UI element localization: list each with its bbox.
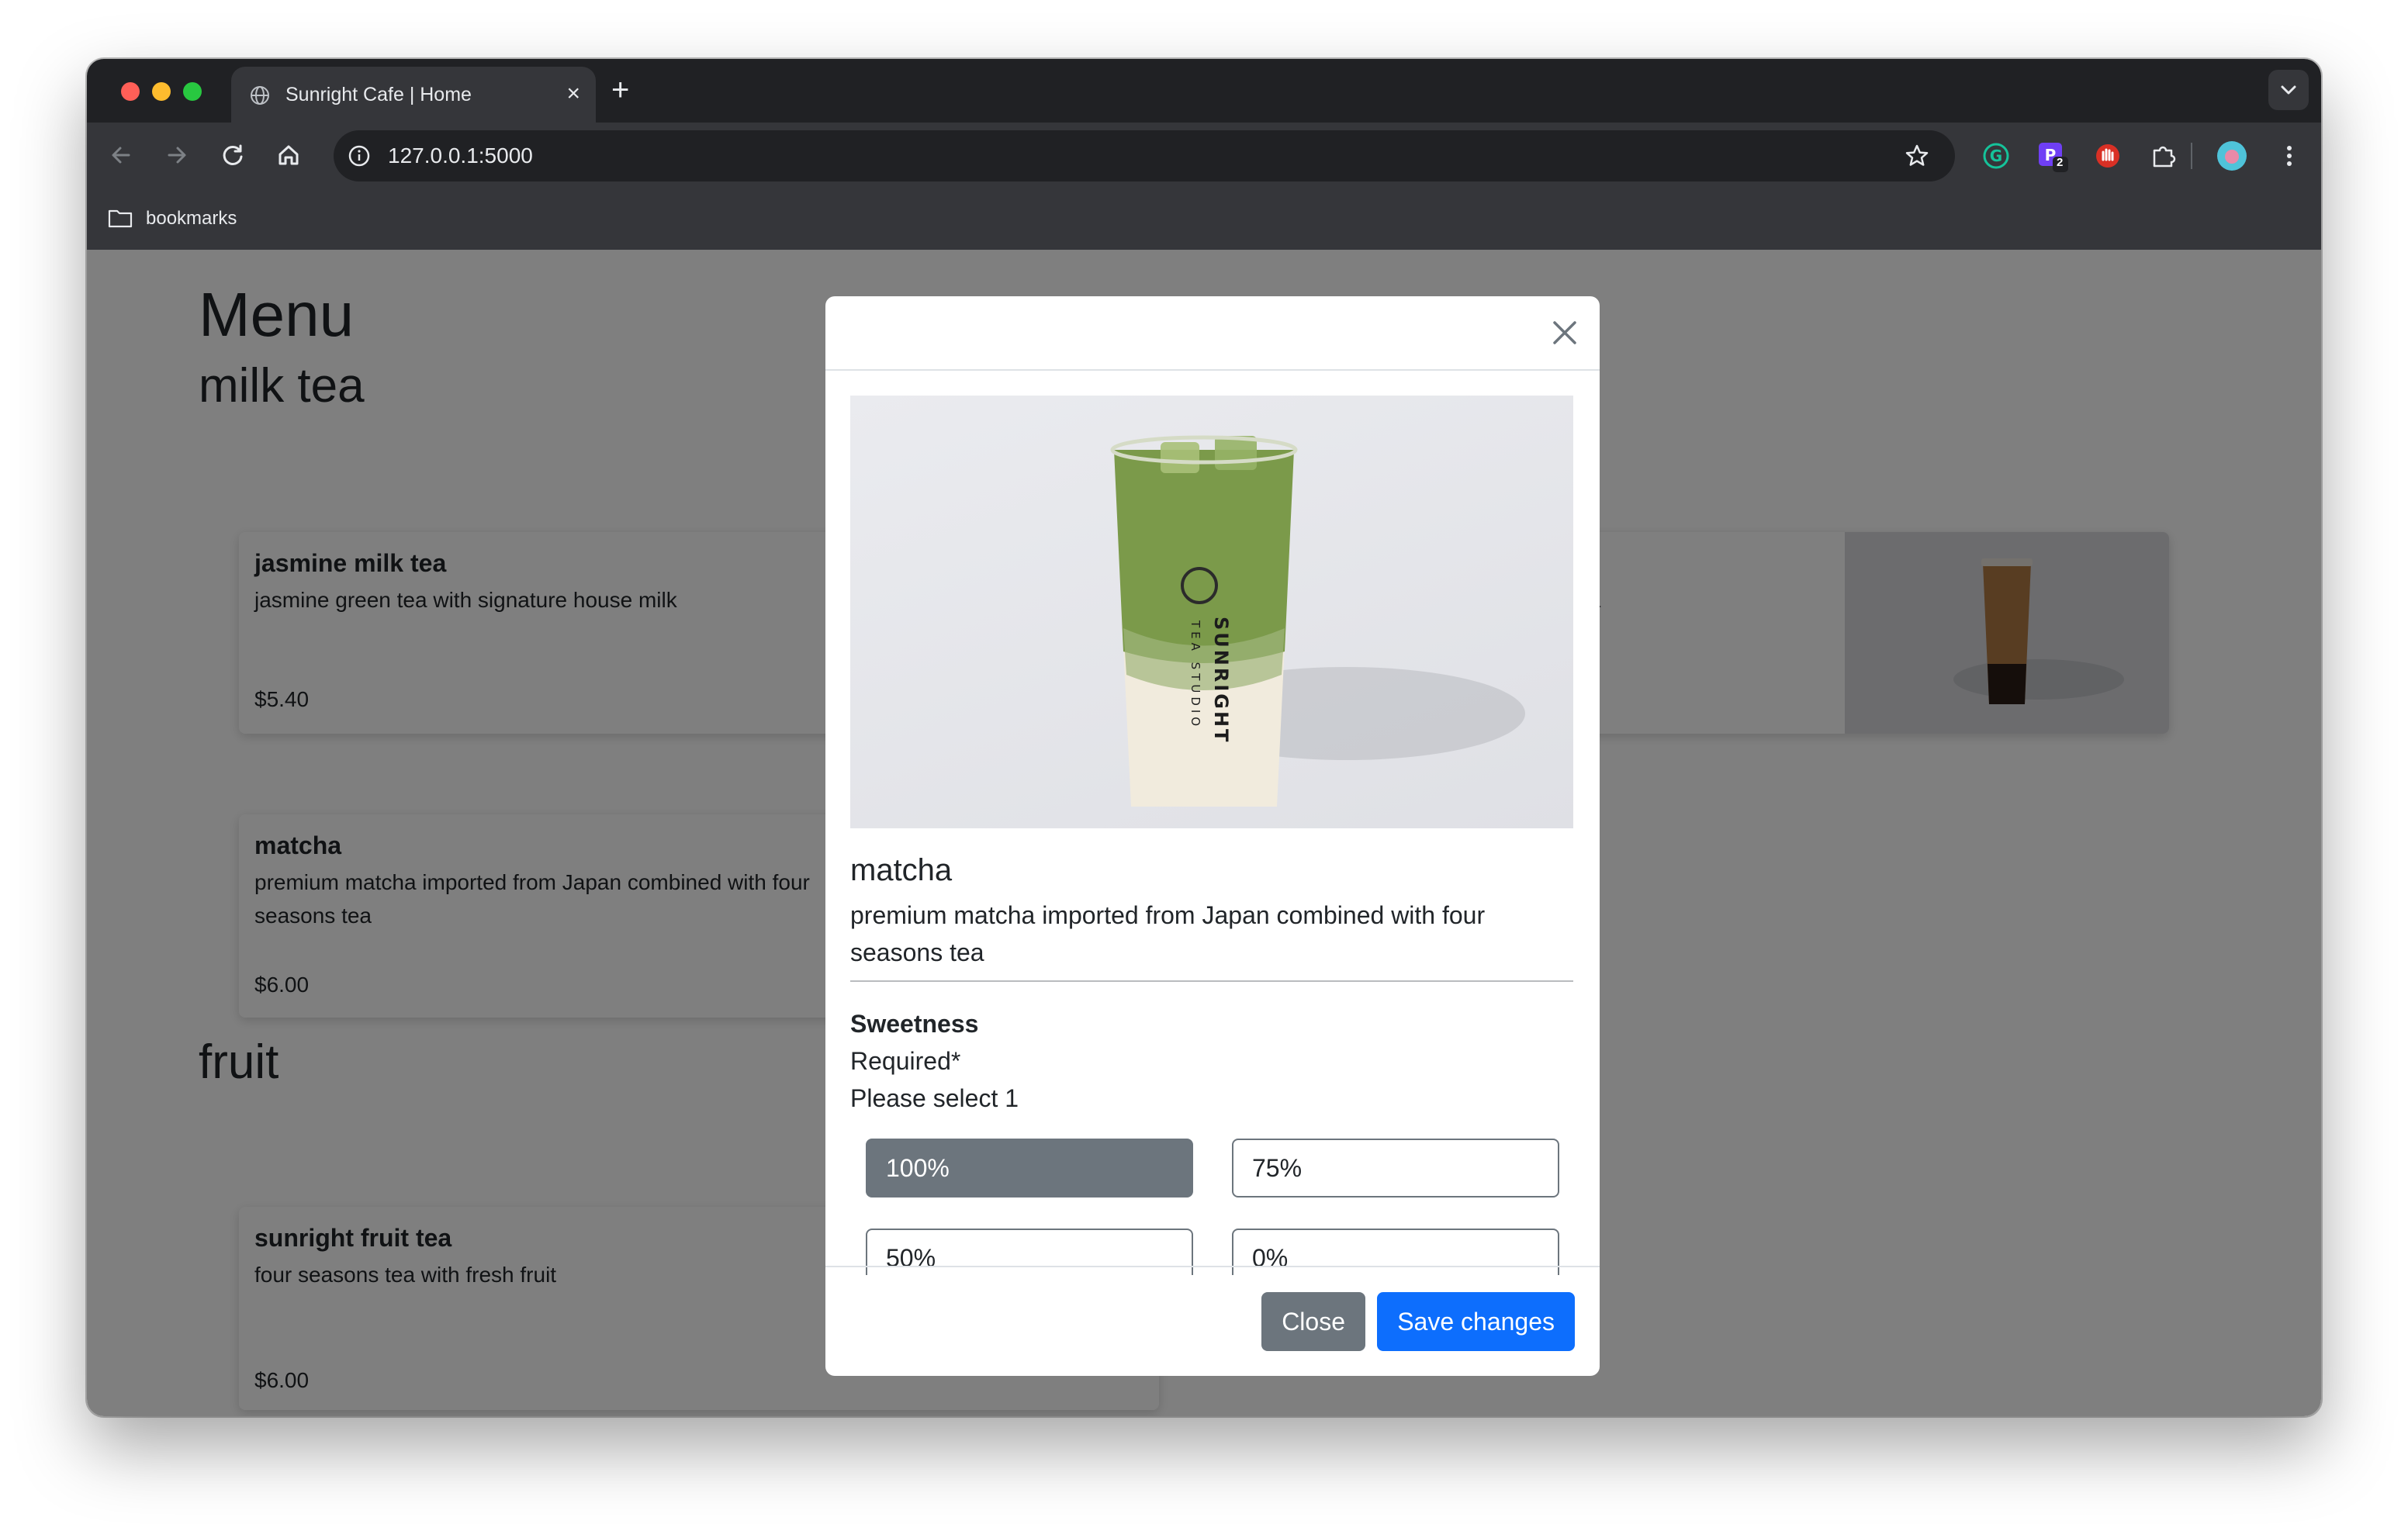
browser-window: Sunright Cafe | Home × + 127.0.0.1:5000 …	[87, 59, 2321, 1416]
reload-icon[interactable]	[217, 140, 248, 171]
cup-brand-subtext: TEA STUDIO	[1188, 620, 1202, 730]
modal-body: SUNRIGHT TEA STUDIO matcha premium match…	[825, 371, 1600, 1275]
tab-strip: Sunright Cafe | Home × +	[87, 59, 2321, 123]
close-window-button[interactable]	[121, 82, 140, 101]
save-changes-button[interactable]: Save changes	[1377, 1292, 1575, 1351]
browser-toolbar: 127.0.0.1:5000 G P 2	[87, 123, 2321, 189]
grammarly-extension-icon[interactable]: G	[1980, 140, 2012, 172]
modal-item-name: matcha	[850, 853, 953, 887]
cup-brand-text: SUNRIGHT	[1210, 617, 1232, 744]
site-info-icon[interactable]	[344, 141, 374, 171]
svg-text:G: G	[1990, 147, 2002, 165]
modal-divider	[850, 980, 1573, 982]
bookmarks-bar: bookmarks	[87, 189, 2321, 251]
option-select-hint: Please select 1	[850, 1084, 1019, 1112]
puzzle-extensions-icon[interactable]	[2147, 140, 2180, 172]
tab-search-button[interactable]	[2268, 70, 2309, 110]
tab-close-icon[interactable]: ×	[566, 82, 580, 105]
p-extension-icon[interactable]: P 2	[2036, 140, 2068, 172]
extension-badge: 2	[2057, 156, 2064, 169]
home-icon[interactable]	[273, 140, 304, 171]
stop-hand-extension-icon[interactable]	[2091, 140, 2124, 172]
tab-title: Sunright Cafe | Home	[285, 84, 472, 105]
bookmark-star-icon[interactable]	[1902, 141, 1932, 171]
globe-icon	[251, 86, 269, 105]
forward-arrow-icon[interactable]	[161, 140, 192, 171]
chevron-down-icon	[2281, 85, 2296, 95]
close-button[interactable]: Close	[1261, 1292, 1365, 1351]
bookmarks-folder-label[interactable]: bookmarks	[146, 208, 237, 230]
modal-item-description: premium matcha imported from Japan combi…	[850, 901, 1486, 966]
page-content: Menu milk tea jasmine milk tea jasmine g…	[87, 250, 2321, 1416]
option-required-text: Required*	[850, 1047, 961, 1075]
window-controls	[121, 82, 202, 101]
more-menu-icon[interactable]	[2273, 140, 2306, 172]
minimize-window-button[interactable]	[152, 82, 171, 101]
back-arrow-icon[interactable]	[106, 140, 137, 171]
sweetness-option-75[interactable]: 75%	[1232, 1139, 1559, 1197]
new-tab-button[interactable]: +	[611, 74, 629, 105]
maximize-window-button[interactable]	[183, 82, 202, 101]
profile-avatar-icon[interactable]	[2216, 140, 2248, 172]
toolbar-separator	[2191, 143, 2192, 169]
modal-footer: Close Save changes	[825, 1266, 1600, 1376]
browser-tab[interactable]: Sunright Cafe | Home ×	[231, 67, 596, 123]
address-bar[interactable]: 127.0.0.1:5000	[334, 130, 1955, 181]
close-icon[interactable]	[1548, 316, 1581, 349]
url-text: 127.0.0.1:5000	[388, 143, 533, 168]
option-group-title: Sweetness	[850, 1010, 979, 1038]
item-modal: SUNRIGHT TEA STUDIO matcha premium match…	[825, 296, 1600, 1376]
folder-icon	[108, 209, 133, 228]
sweetness-option-100[interactable]: 100%	[866, 1139, 1193, 1197]
modal-header	[825, 296, 1600, 371]
matcha-image: SUNRIGHT TEA STUDIO	[850, 396, 1573, 828]
